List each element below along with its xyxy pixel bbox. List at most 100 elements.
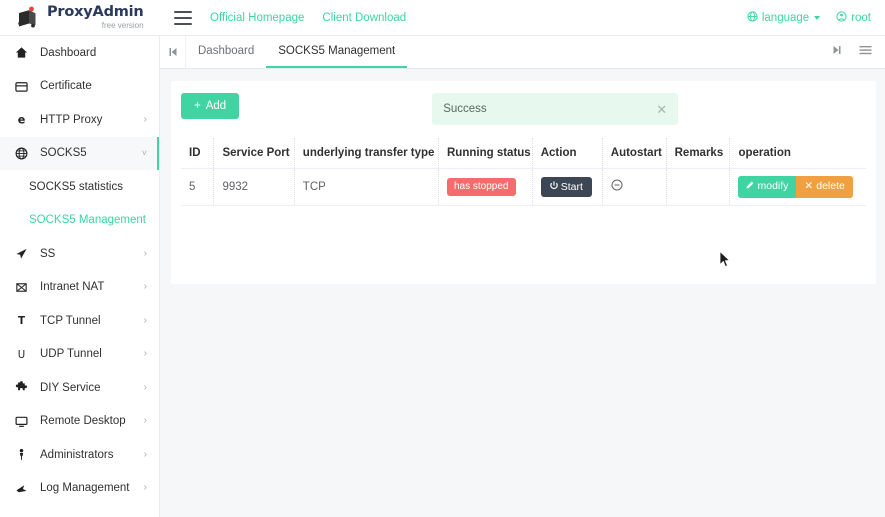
sidebar-label: Log Management <box>40 482 130 495</box>
sidebar-subitem-socks5-management[interactable]: SOCKS5 Management <box>0 204 159 238</box>
modify-button-label: modify <box>757 180 789 192</box>
cell-remarks <box>666 168 731 206</box>
skip-forward-icon[interactable] <box>831 43 843 61</box>
svg-text:U: U <box>18 350 25 361</box>
table-header-row: ID Service Port underlying transfer type… <box>181 138 866 169</box>
language-selector[interactable]: language <box>747 10 821 25</box>
column-header-service-port: Service Port <box>213 138 295 169</box>
content-area: + Add Success ✕ ID Service Port underlyi… <box>160 69 885 517</box>
monitor-icon <box>14 415 29 428</box>
cell-service-port: 9932 <box>213 168 295 206</box>
close-icon[interactable]: ✕ <box>656 103 667 116</box>
chevron-right-icon: › <box>143 348 147 360</box>
sidebar-item-udp-tunnel[interactable]: U UDP Tunnel › <box>0 338 159 372</box>
user-menu[interactable]: root <box>836 10 871 25</box>
svg-text:e: e <box>18 114 26 126</box>
sidebar-label: Administrators <box>40 448 114 461</box>
chevron-right-icon: › <box>143 415 147 427</box>
certificate-icon <box>14 80 29 93</box>
skip-back-icon[interactable] <box>160 36 186 68</box>
chevron-right-icon: › <box>143 314 147 326</box>
sidebar-item-certificate[interactable]: Certificate <box>0 70 159 104</box>
alert-message: Success <box>443 103 487 115</box>
tab-bar-actions <box>818 36 885 68</box>
chevron-right-icon: › <box>143 247 147 259</box>
tab-dashboard[interactable]: Dashboard <box>186 36 266 68</box>
add-button-label: Add <box>205 100 227 112</box>
status-badge: has stopped <box>447 177 516 196</box>
sidebar-item-tcp-tunnel[interactable]: T TCP Tunnel › <box>0 304 159 338</box>
sidebar-item-socks5[interactable]: SOCKS5 ˅ <box>0 136 159 170</box>
sidebar-navigation: Dashboard Certificate e HTTP Proxy › SOC… <box>0 36 160 517</box>
sidebar-subitem-socks5-statistics[interactable]: SOCKS5 statistics <box>0 170 159 204</box>
hamburger-menu-icon[interactable] <box>174 10 192 25</box>
column-header-operation: operation <box>729 138 866 169</box>
sidebar-label: DIY Service <box>40 381 101 394</box>
chevron-right-icon: › <box>143 448 147 460</box>
chevron-right-icon: › <box>143 281 147 293</box>
column-header-id: ID <box>181 138 215 169</box>
sidebar-item-remote-desktop[interactable]: Remote Desktop › <box>0 405 159 439</box>
chevron-right-icon: › <box>143 482 147 494</box>
sidebar-item-http-proxy[interactable]: e HTTP Proxy › <box>0 103 159 137</box>
tab-label: SOCKS5 Management <box>278 45 396 57</box>
top-navigation: Official Homepage Client Download <box>160 10 747 25</box>
chevron-down-icon <box>814 15 821 20</box>
chevron-right-icon: › <box>143 113 147 125</box>
brand-subtitle: free version <box>101 20 144 30</box>
sidebar-label: TCP Tunnel <box>40 314 101 327</box>
tab-label: Dashboard <box>198 45 255 57</box>
cell-id: 5 <box>181 168 215 206</box>
modify-button[interactable]: modify <box>738 176 797 198</box>
add-button[interactable]: + Add <box>181 93 240 119</box>
list-menu-icon[interactable] <box>859 43 872 61</box>
power-icon <box>549 181 558 193</box>
sidebar-label: Dashboard <box>40 46 97 59</box>
sidebar-label: UDP Tunnel <box>40 348 102 361</box>
sidebar-item-administrators[interactable]: Administrators › <box>0 438 159 472</box>
log-icon <box>14 482 29 495</box>
client-download-link[interactable]: Client Download <box>322 12 406 24</box>
sidebar-label: HTTP Proxy <box>40 113 103 126</box>
main-content: Dashboard SOCKS5 Management + Add Succes… <box>160 36 885 517</box>
socks5-services-table: ID Service Port underlying transfer type… <box>181 138 866 206</box>
delete-button[interactable]: ✕ delete <box>796 176 853 198</box>
sidebar-label: SOCKS5 <box>40 147 87 160</box>
body-container: Dashboard Certificate e HTTP Proxy › SOC… <box>0 36 885 517</box>
cell-autostart <box>602 168 667 206</box>
card-toolbar: + Add Success ✕ <box>181 93 866 129</box>
app-root: ProxyAdmin free version Official Homepag… <box>0 0 885 517</box>
globe-icon <box>14 147 29 160</box>
sidebar-item-dashboard[interactable]: Dashboard <box>0 36 159 70</box>
chevron-down-icon: ˅ <box>141 147 147 158</box>
table-row: 5 9932 TCP has stopped Start modify ✕ de… <box>181 168 866 206</box>
language-label: language <box>761 11 810 24</box>
column-header-autostart: Autostart <box>602 138 667 169</box>
sidebar-item-log-management[interactable]: Log Management › <box>0 472 159 506</box>
start-button-label: Start <box>560 180 583 193</box>
cell-action: Start <box>532 168 603 206</box>
sidebar-item-ss[interactable]: SS › <box>0 237 159 271</box>
official-homepage-link[interactable]: Official Homepage <box>210 12 304 24</box>
delete-button-label: delete <box>816 180 845 192</box>
plus-icon: + <box>194 100 201 112</box>
sidebar-label: Remote Desktop <box>40 415 126 428</box>
sidebar-item-intranet-nat[interactable]: Intranet NAT › <box>0 271 159 305</box>
chevron-right-icon: › <box>143 381 147 393</box>
top-right-controls: language root <box>747 10 885 25</box>
circle-minus-icon[interactable] <box>611 179 623 194</box>
tcp-icon: T <box>14 314 29 327</box>
tab-socks5-management[interactable]: SOCKS5 Management <box>266 36 408 68</box>
start-button[interactable]: Start <box>540 176 592 197</box>
svg-text:T: T <box>18 316 25 327</box>
home-icon <box>14 46 29 59</box>
nat-icon <box>14 281 29 294</box>
column-header-action: Action <box>532 138 603 169</box>
user-circle-icon <box>836 10 847 25</box>
globe-icon <box>747 10 758 25</box>
column-header-transfer-type: underlying transfer type <box>294 138 440 169</box>
puzzle-icon <box>14 381 29 394</box>
tab-bar: Dashboard SOCKS5 Management <box>160 36 885 69</box>
brand-title: ProxyAdmin <box>47 4 144 21</box>
sidebar-item-diy-service[interactable]: DIY Service › <box>0 371 159 405</box>
